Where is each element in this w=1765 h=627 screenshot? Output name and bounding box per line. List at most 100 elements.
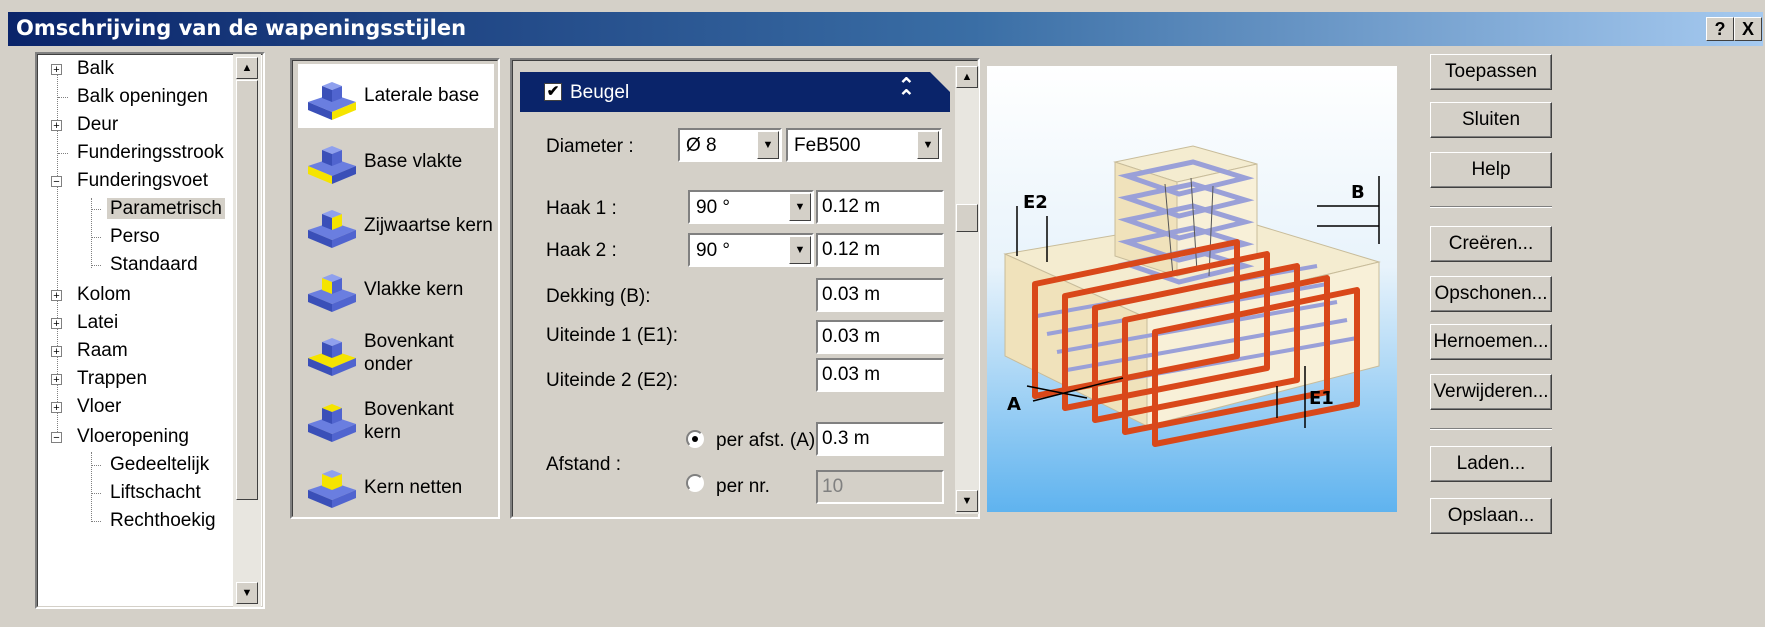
help-button[interactable]: Help [1430,152,1552,188]
help-button-label: Help [1471,159,1511,180]
scroll-thumb[interactable] [956,204,978,232]
expand-icon[interactable]: + [51,374,62,386]
tree-item-label: Vloeropening [77,426,189,447]
chevron-down-icon[interactable]: ▼ [757,131,779,159]
purge-button[interactable]: Opschonen... [1430,276,1552,312]
scroll-thumb[interactable] [236,80,258,500]
tree-item-balk[interactable]: + Balk [51,56,114,82]
label-a: A [1007,394,1021,415]
uiteinde1-input[interactable]: 0.03 m [816,320,944,354]
diameter-select[interactable]: Ø 8 ▼ [678,128,782,162]
haak2-length-input[interactable]: 0.12 m [816,233,944,267]
tree-item-deur[interactable]: + Deur [51,112,118,138]
close-button[interactable]: Sluiten [1430,102,1552,138]
style-item-zijwaartse-kern[interactable]: Zijwaartse kern [298,192,494,256]
beugel-header[interactable]: ✔ Beugel ⌃ ⌃ [520,72,950,112]
chevron-down-icon[interactable]: ▼ [917,131,939,159]
panel-scrollbar[interactable]: ▲ ▼ [955,66,979,514]
collapse-icon[interactable]: − [51,432,62,444]
category-tree[interactable]: + Balk Balk openingen + Deur Funderingss… [35,52,265,609]
beugel-checkbox[interactable]: ✔ [544,83,562,101]
tree-item-gedeeltelijk[interactable]: Gedeeltelijk [91,452,209,478]
afstand-label: Afstand : [546,454,621,475]
style-item-laterale-base[interactable]: Laterale base [298,64,494,128]
style-item-bovenkant-onder[interactable]: Bovenkant onder [298,320,494,384]
tree-item-standaard[interactable]: Standaard [91,252,198,278]
rename-button[interactable]: Hernoemen... [1430,324,1552,360]
tree-item-label: Perso [110,226,160,247]
zijwaartse-kern-icon [308,210,356,248]
per-nummer-radio[interactable] [686,474,704,492]
tree-item-label: Balk openingen [77,86,208,107]
expand-icon[interactable]: + [51,346,62,358]
apply-button-label: Toepassen [1445,61,1537,82]
tree-item-raam[interactable]: + Raam [51,338,128,364]
create-button-label: Creëren... [1448,233,1534,254]
tree-item-balk-openingen[interactable]: Balk openingen [51,84,208,110]
uiteinde1-label: Uiteinde 1 (E1): [546,325,679,346]
collapse-chevron-icon[interactable]: ⌃ ⌃ [898,76,915,108]
uiteinde2-input[interactable]: 0.03 m [816,358,944,392]
tree-item-liftschacht[interactable]: Liftschacht [91,480,201,506]
tree-item-kolom[interactable]: + Kolom [51,282,131,308]
expand-icon[interactable]: + [51,64,62,76]
dekking-input[interactable]: 0.03 m [816,278,944,312]
expand-icon[interactable]: + [51,120,62,132]
tree-item-vloeropening[interactable]: − Vloeropening [51,424,189,450]
title-bar[interactable]: Omschrijving van de wapeningsstijlen ? X [8,12,1763,46]
haak1-angle-select[interactable]: 90 ° ▼ [688,190,814,224]
style-list[interactable]: Laterale base Base vlakte Zijwaartse ker… [290,58,500,519]
tree-item-latei[interactable]: + Latei [51,310,118,336]
haak1-length-input[interactable]: 0.12 m [816,190,944,224]
material-select[interactable]: FeB500 ▼ [786,128,942,162]
style-item-bovenkant-kern[interactable]: Bovenkant kern [298,386,494,450]
tree-item-label: Deur [77,114,119,135]
scroll-up-icon[interactable]: ▲ [236,57,258,79]
expand-icon[interactable]: + [51,402,62,414]
tree-item-perso[interactable]: Perso [91,224,160,250]
tree-item-trappen[interactable]: + Trappen [51,366,147,392]
tree-item-label: Funderingsvoet [77,170,208,191]
style-label: Bovenkant [364,331,454,352]
label-e1: E1 [1309,388,1334,409]
chevron-down-icon[interactable]: ▼ [789,193,811,221]
expand-icon[interactable]: + [51,318,62,330]
tree-item-label: Standaard [110,254,198,275]
style-item-kern-netten[interactable]: Kern netten [298,452,494,516]
tree-scrollbar[interactable]: ▲ ▼ [233,54,261,607]
apply-button[interactable]: Toepassen [1430,54,1552,90]
expand-icon[interactable]: + [51,290,62,302]
tree-item-label: Funderingsstrook [77,142,224,163]
window-title: Omschrijving van de wapeningsstijlen [16,16,467,40]
separator [1430,206,1552,208]
tree-item-label: Raam [77,340,128,361]
scroll-down-icon[interactable]: ▼ [956,490,978,512]
tree-item-parametrisch[interactable]: Parametrisch [91,196,225,222]
per-afstand-input[interactable]: 0.3 m [816,422,944,456]
uiteinde2-label: Uiteinde 2 (E2): [546,370,679,391]
tree-item-funderingsstrook[interactable]: Funderingsstrook [51,140,224,166]
save-button[interactable]: Opslaan... [1430,498,1552,534]
style-item-vlakke-kern[interactable]: Vlakke kern [298,256,494,320]
per-afstand-radio[interactable] [686,430,704,448]
haak2-label: Haak 2 : [546,240,617,261]
haak2-angle-value: 90 ° [696,240,731,261]
tree-item-vloer[interactable]: + Vloer [51,394,121,420]
create-button[interactable]: Creëren... [1430,226,1552,262]
vlakke-kern-icon [308,274,356,312]
style-item-base-vlakte[interactable]: Base vlakte [298,128,494,192]
tree-item-funderingsvoet[interactable]: − Funderingsvoet [51,168,208,194]
scroll-down-icon[interactable]: ▼ [236,582,258,604]
purge-button-label: Opschonen... [1434,283,1548,304]
tree-item-rechthoekig[interactable]: Rechthoekig [91,508,216,534]
delete-button[interactable]: Verwijderen... [1430,374,1552,410]
collapse-icon[interactable]: − [51,176,62,188]
haak2-angle-select[interactable]: 90 ° ▼ [688,233,814,267]
scroll-up-icon[interactable]: ▲ [956,66,978,88]
load-button-label: Laden... [1456,453,1526,474]
chevron-down-icon[interactable]: ▼ [789,236,811,264]
load-button[interactable]: Laden... [1430,446,1552,482]
style-label: Bovenkant [364,399,454,420]
close-title-button[interactable]: X [1734,17,1762,41]
help-title-button[interactable]: ? [1706,17,1734,41]
